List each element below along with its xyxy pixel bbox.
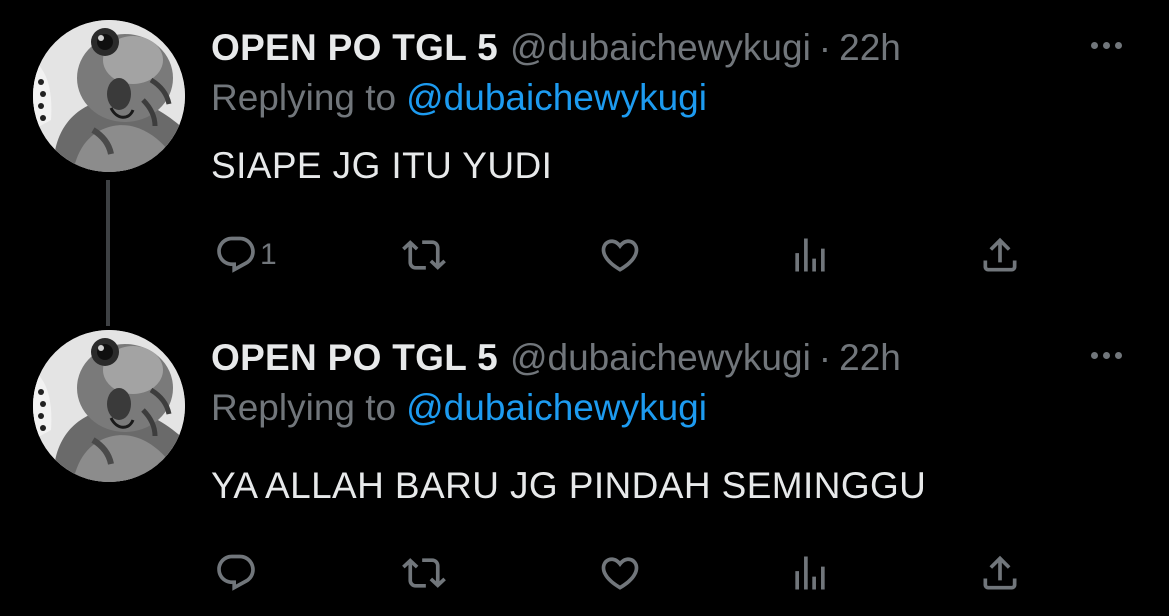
like-button[interactable] — [598, 548, 642, 598]
views-icon — [788, 233, 832, 277]
separator-dot: · — [818, 27, 832, 68]
avatar-image — [33, 20, 185, 172]
tweet[interactable]: OPEN PO TGL 5 @dubaichewykugi · 22h Replyin… — [0, 310, 1169, 616]
replying-prefix: Replying to — [211, 387, 397, 428]
user-handle[interactable]: @dubaichewykugi — [510, 27, 811, 68]
reply-icon — [214, 233, 258, 277]
like-icon — [598, 233, 642, 277]
more-dot — [1090, 351, 1098, 359]
like-icon — [598, 551, 642, 595]
more-dot — [1114, 351, 1122, 359]
retweet-button[interactable] — [402, 230, 446, 280]
tweet-actions — [210, 548, 1050, 598]
replying-to-mention[interactable]: @dubaichewykugi — [406, 387, 707, 428]
avatar-image — [33, 330, 185, 482]
more-dot — [1114, 41, 1122, 49]
reply-button[interactable] — [214, 548, 260, 598]
views-button[interactable] — [788, 548, 832, 598]
reply-count: 1 — [260, 238, 277, 271]
share-button[interactable] — [978, 230, 1022, 280]
views-icon — [788, 551, 832, 595]
replying-to: Replying to @dubaichewykugi — [211, 74, 707, 122]
avatar[interactable] — [33, 20, 185, 172]
retweet-icon — [402, 233, 446, 277]
display-name[interactable]: OPEN PO TGL 5 — [211, 337, 498, 378]
retweet-icon — [402, 551, 446, 595]
tweet-header: OPEN PO TGL 5 @dubaichewykugi · 22h — [211, 24, 901, 72]
share-button[interactable] — [978, 548, 1022, 598]
share-icon — [978, 233, 1022, 277]
avatar[interactable] — [33, 330, 185, 482]
replying-prefix: Replying to — [211, 77, 397, 118]
display-name[interactable]: OPEN PO TGL 5 — [211, 27, 498, 68]
reply-icon — [214, 551, 258, 595]
tweet[interactable]: OPEN PO TGL 5 @dubaichewykugi · 22h Replyin… — [0, 0, 1169, 326]
views-button[interactable] — [788, 230, 832, 280]
separator-dot: · — [818, 337, 832, 378]
tweet-actions: 1 — [210, 230, 1050, 280]
more-dot — [1090, 41, 1098, 49]
reply-button[interactable]: 1 — [214, 230, 277, 280]
more-dot — [1102, 41, 1110, 49]
tweet-text: SIAPE JG ITU YUDI — [211, 145, 553, 186]
replying-to-mention[interactable]: @dubaichewykugi — [406, 77, 707, 118]
tweet-text: YA ALLAH BARU JG PINDAH SEMINGGU — [211, 465, 927, 506]
user-handle[interactable]: @dubaichewykugi — [510, 337, 811, 378]
more-icon[interactable] — [1084, 340, 1128, 370]
timestamp[interactable]: 22h — [839, 337, 901, 378]
more-dot — [1102, 351, 1110, 359]
retweet-button[interactable] — [402, 548, 446, 598]
like-button[interactable] — [598, 230, 642, 280]
share-icon — [978, 551, 1022, 595]
tweet-header: OPEN PO TGL 5 @dubaichewykugi · 22h — [211, 334, 901, 382]
replying-to: Replying to @dubaichewykugi — [211, 384, 707, 432]
more-icon[interactable] — [1084, 30, 1128, 60]
thread-line — [106, 180, 110, 326]
timestamp[interactable]: 22h — [839, 27, 901, 68]
